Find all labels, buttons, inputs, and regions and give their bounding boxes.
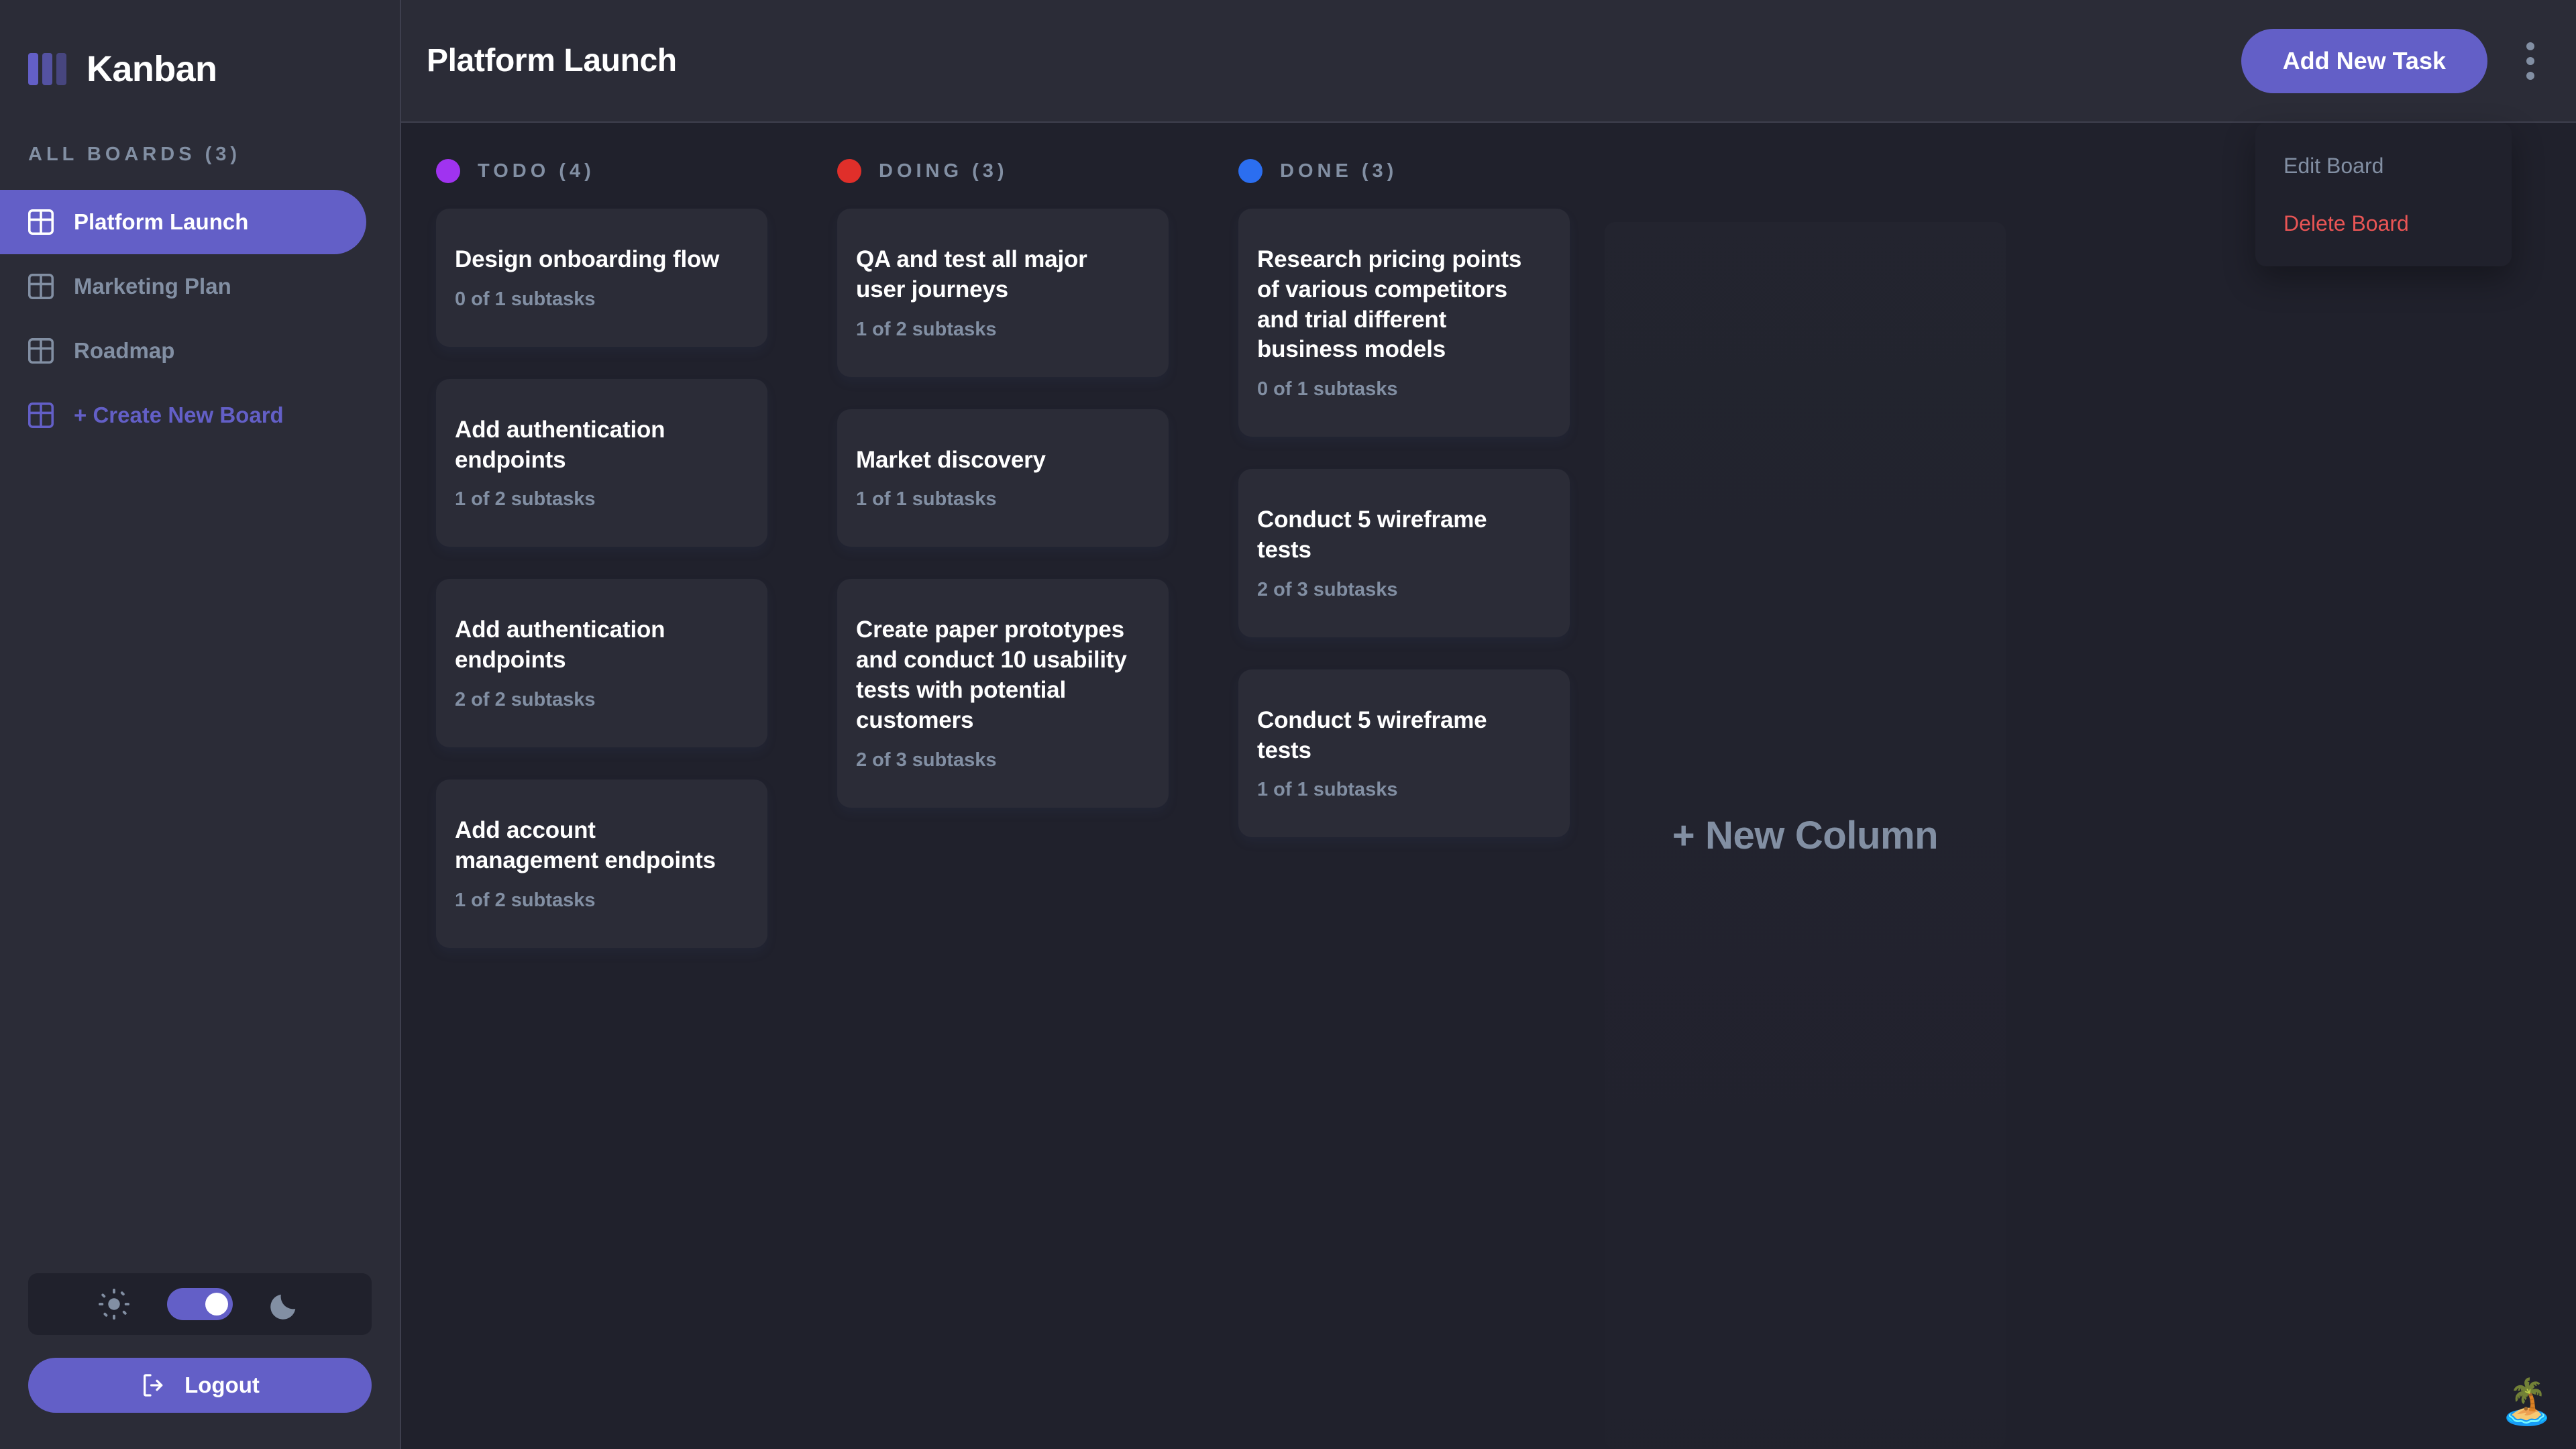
column-title: DOING (3) (879, 160, 1008, 182)
new-column-button[interactable]: + New Column (1605, 222, 2006, 1449)
logout-button[interactable]: Logout (28, 1358, 372, 1413)
status-dot (1238, 159, 1263, 183)
column-todo: TODO (4) Design onboarding flow 0 of 1 s… (401, 123, 802, 1449)
column-doing: DOING (3) QA and test all major user jou… (802, 123, 1203, 1449)
task-card[interactable]: Create paper prototypes and conduct 10 u… (837, 579, 1169, 807)
sidebar: Kanban ALL BOARDS (3) Platform Launch (0, 0, 401, 1449)
column-header: DOING (3) (837, 159, 1169, 183)
task-list: Research pricing points of various compe… (1238, 209, 1570, 837)
task-card[interactable]: Add authentication endpoints 1 of 2 subt… (436, 379, 767, 547)
add-new-task-button[interactable]: Add New Task (2241, 29, 2487, 93)
sidebar-item-label: Platform Launch (74, 209, 248, 235)
task-title: QA and test all major user journeys (856, 245, 1142, 305)
task-title: Design onboarding flow (455, 245, 741, 275)
three-bars-logo-icon (28, 53, 66, 85)
task-card[interactable]: Design onboarding flow 0 of 1 subtasks (436, 209, 767, 347)
sidebar-item-label: Marketing Plan (74, 274, 231, 299)
task-subtasks: 1 of 1 subtasks (1257, 779, 1543, 801)
task-card[interactable]: Conduct 5 wireframe tests 2 of 3 subtask… (1238, 469, 1570, 637)
column-header: TODO (4) (436, 159, 767, 183)
task-card[interactable]: Add account management endpoints 1 of 2 … (436, 780, 767, 948)
status-dot (837, 159, 861, 183)
all-boards-label: ALL BOARDS (3) (28, 144, 400, 166)
create-new-board-button[interactable]: + Create New Board (0, 383, 366, 447)
menu-item-delete-board[interactable]: Delete Board (2284, 213, 2483, 234)
task-title: Add authentication endpoints (455, 415, 741, 476)
task-title: Market discovery (856, 445, 1142, 476)
new-column-label: + New Column (1672, 813, 1938, 858)
task-subtasks: 0 of 1 subtasks (455, 288, 741, 311)
task-title: Conduct 5 wireframe tests (1257, 505, 1543, 566)
page-title: Platform Launch (427, 42, 677, 79)
task-subtasks: 1 of 1 subtasks (856, 488, 1142, 511)
theme-switch-knob (205, 1293, 228, 1316)
sidebar-item-marketing-plan[interactable]: Marketing Plan (0, 254, 366, 319)
task-subtasks: 1 of 2 subtasks (856, 319, 1142, 341)
main-area: Platform Launch Add New Task Edit Board … (401, 0, 2576, 1449)
board-options-menu: Edit Board Delete Board (2255, 123, 2512, 266)
board-grid-icon (28, 338, 54, 364)
task-card[interactable]: Market discovery 1 of 1 subtasks (837, 409, 1169, 547)
board-list: Platform Launch Marketing Plan (0, 190, 400, 447)
sidebar-bottom: Logout (0, 1273, 400, 1449)
task-list: QA and test all major user journeys 1 of… (837, 209, 1169, 808)
board-grid-icon (28, 402, 54, 428)
board-columns: TODO (4) Design onboarding flow 0 of 1 s… (401, 123, 2576, 1449)
column-title: TODO (4) (478, 160, 595, 182)
topbar-actions: Add New Task (2241, 29, 2544, 93)
topbar: Platform Launch Add New Task (401, 0, 2576, 123)
app-logo: Kanban (0, 0, 400, 99)
logout-arrow-icon (140, 1372, 167, 1399)
desert-island-icon[interactable]: 🏝️ (2498, 1373, 2556, 1430)
board-grid-icon (28, 274, 54, 299)
app-name: Kanban (87, 48, 217, 90)
task-title: Conduct 5 wireframe tests (1257, 706, 1543, 766)
create-new-board-label: + Create New Board (74, 402, 284, 428)
task-subtasks: 2 of 3 subtasks (1257, 579, 1543, 601)
sun-icon (99, 1289, 129, 1320)
task-subtasks: 2 of 2 subtasks (455, 689, 741, 711)
vertical-ellipsis-icon[interactable] (2517, 36, 2544, 87)
moon-icon (270, 1289, 301, 1320)
column-header: DONE (3) (1238, 159, 1570, 183)
column-done: DONE (3) Research pricing points of vari… (1203, 123, 1605, 1449)
board-grid-icon (28, 209, 54, 235)
task-card[interactable]: Add authentication endpoints 2 of 2 subt… (436, 579, 767, 747)
sidebar-item-label: Roadmap (74, 338, 174, 364)
task-title: Add account management endpoints (455, 816, 741, 876)
task-title: Add authentication endpoints (455, 615, 741, 676)
task-subtasks: 2 of 3 subtasks (856, 749, 1142, 771)
task-subtasks: 0 of 1 subtasks (1257, 378, 1543, 400)
menu-item-edit-board[interactable]: Edit Board (2284, 155, 2483, 176)
task-subtasks: 1 of 2 subtasks (455, 890, 741, 912)
theme-switch[interactable] (167, 1288, 233, 1320)
logout-label: Logout (184, 1373, 260, 1398)
task-title: Research pricing points of various compe… (1257, 245, 1543, 365)
task-card[interactable]: Conduct 5 wireframe tests 1 of 1 subtask… (1238, 669, 1570, 838)
theme-toggle[interactable] (28, 1273, 372, 1335)
kanban-app: Kanban ALL BOARDS (3) Platform Launch (0, 0, 2576, 1449)
task-title: Create paper prototypes and conduct 10 u… (856, 615, 1142, 735)
task-list: Design onboarding flow 0 of 1 subtasks A… (436, 209, 767, 948)
task-card[interactable]: QA and test all major user journeys 1 of… (837, 209, 1169, 377)
sidebar-item-platform-launch[interactable]: Platform Launch (0, 190, 366, 254)
status-dot (436, 159, 460, 183)
column-title: DONE (3) (1280, 160, 1397, 182)
task-card[interactable]: Research pricing points of various compe… (1238, 209, 1570, 437)
sidebar-item-roadmap[interactable]: Roadmap (0, 319, 366, 383)
task-subtasks: 1 of 2 subtasks (455, 488, 741, 511)
